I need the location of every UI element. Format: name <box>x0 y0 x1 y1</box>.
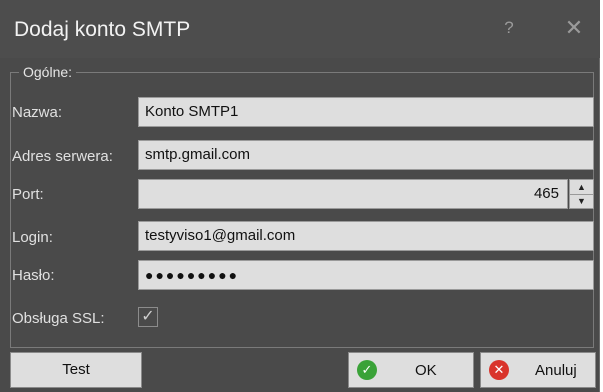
cancel-button-label: Anuluj <box>535 362 577 379</box>
name-label: Nazwa: <box>12 104 63 121</box>
ssl-checkbox[interactable]: ✓ <box>138 307 158 327</box>
smtp-account-dialog: Dodaj konto SMTP ? ✕ Ogólne: Nazwa: Kont… <box>0 0 600 392</box>
spin-down-icon[interactable]: ▼ <box>570 194 593 208</box>
group-legend: Ogólne: <box>23 64 73 80</box>
checkmark-icon: ✓ <box>141 308 155 325</box>
ok-button[interactable]: ✓ OK <box>348 352 474 388</box>
server-address-field[interactable]: smtp.gmail.com <box>138 140 594 170</box>
cancel-circle-icon: ✕ <box>489 360 509 380</box>
dialog-title: Dodaj konto SMTP <box>14 18 191 41</box>
cancel-button[interactable]: ✕ Anuluj <box>480 352 596 388</box>
login-field[interactable]: testyviso1@gmail.com <box>138 221 594 251</box>
name-field[interactable]: Konto SMTP1 <box>138 97 594 127</box>
close-icon[interactable]: ✕ <box>562 16 586 40</box>
title-bar: Dodaj konto SMTP ? ✕ <box>0 0 600 58</box>
test-button[interactable]: Test <box>10 352 142 388</box>
check-circle-icon: ✓ <box>357 360 377 380</box>
spin-up-icon[interactable]: ▲ <box>570 180 593 195</box>
password-field[interactable]: ●●●●●●●●● <box>138 260 594 290</box>
ssl-label: Obsługa SSL: <box>12 310 105 327</box>
ok-button-label: OK <box>415 362 437 379</box>
port-label: Port: <box>12 186 44 203</box>
port-stepper[interactable]: ▲ ▼ <box>569 179 594 209</box>
port-field[interactable]: 465 <box>138 179 568 209</box>
password-label: Hasło: <box>12 267 55 284</box>
help-icon[interactable]: ? <box>497 16 521 40</box>
server-address-label: Adres serwera: <box>12 148 113 165</box>
login-label: Login: <box>12 229 53 246</box>
